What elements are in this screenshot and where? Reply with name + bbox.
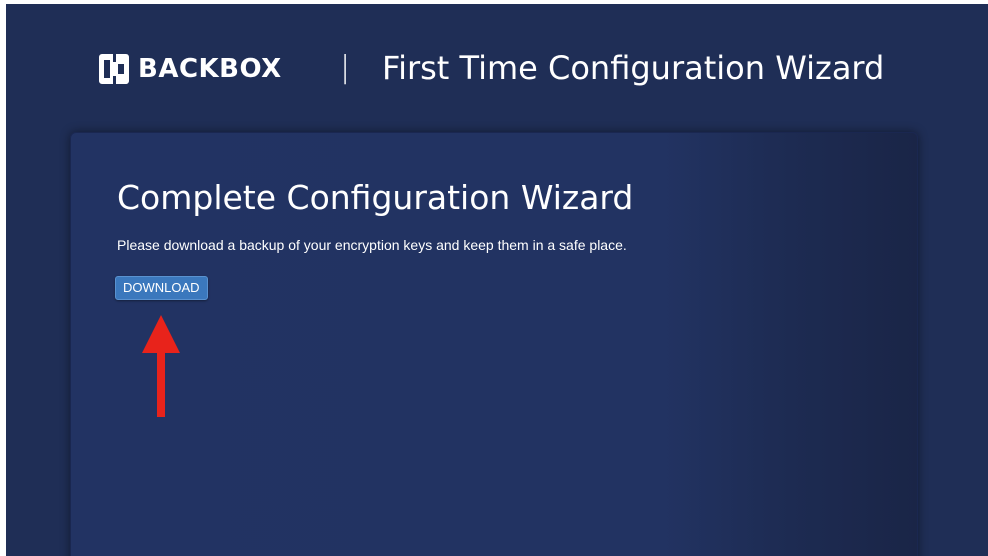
wizard-screen: BACKBOX | First Time Configuration Wizar… bbox=[6, 4, 988, 556]
logo-text: BACKBOX bbox=[138, 54, 282, 84]
wizard-panel: Complete Configuration Wizard Please dow… bbox=[70, 132, 918, 556]
header: BACKBOX | First Time Configuration Wizar… bbox=[6, 4, 988, 132]
red-arrow-icon bbox=[142, 315, 180, 417]
panel-title: Complete Configuration Wizard bbox=[117, 178, 634, 217]
backbox-logo: BACKBOX bbox=[99, 53, 282, 85]
page-title: First Time Configuration Wizard bbox=[382, 49, 885, 87]
backbox-logo-icon bbox=[99, 54, 129, 84]
header-separator: | bbox=[340, 50, 351, 85]
download-button[interactable]: DOWNLOAD bbox=[115, 276, 208, 300]
backup-instructions: Please download a backup of your encrypt… bbox=[117, 237, 627, 253]
